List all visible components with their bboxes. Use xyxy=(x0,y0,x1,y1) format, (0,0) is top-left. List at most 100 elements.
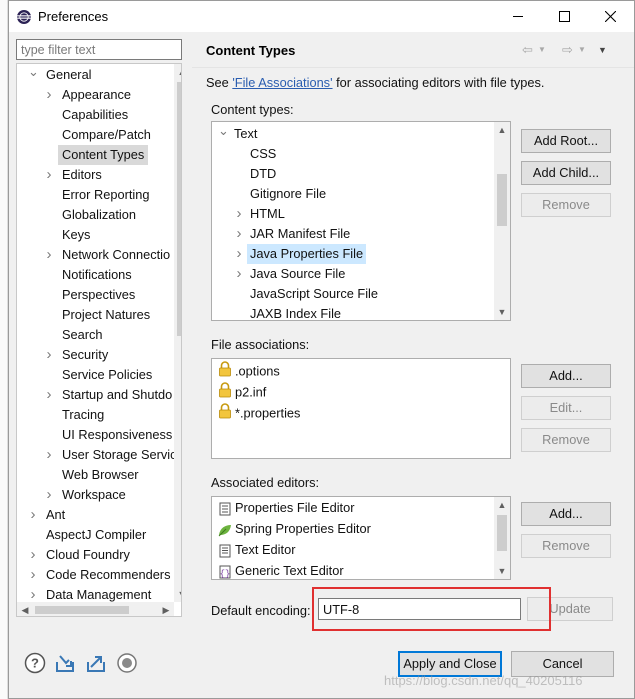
forward-arrow-icon[interactable]: ⇨ xyxy=(562,42,573,58)
editor-item[interactable]: Spring Properties Editor xyxy=(218,519,371,539)
chevron-right-icon[interactable]: › xyxy=(44,445,54,465)
editor-item[interactable]: {} Generic Text Editor xyxy=(218,561,344,579)
chevron-right-icon[interactable]: › xyxy=(44,385,54,405)
tree-item[interactable]: Keys xyxy=(58,225,94,245)
tree-vertical-scrollbar[interactable]: ▲ ▼ xyxy=(174,64,181,602)
scroll-up-arrow-icon[interactable]: ▲ xyxy=(494,497,510,513)
tree-item[interactable]: Tracing xyxy=(58,405,108,425)
content-type-item[interactable]: › Java Properties File xyxy=(237,244,367,264)
tree-hscroll-thumb[interactable] xyxy=(35,606,129,614)
tree-scroll-thumb[interactable] xyxy=(177,82,181,336)
minimize-button[interactable] xyxy=(495,1,541,32)
file-association-item[interactable]: *.properties xyxy=(218,403,300,423)
file-associations-link[interactable]: 'File Associations' xyxy=(232,75,332,90)
remove-content-type-button[interactable]: Remove xyxy=(521,193,611,217)
tree-item[interactable]: › Appearance xyxy=(47,85,135,105)
tree-item[interactable]: › Network Connectio xyxy=(47,245,174,265)
record-icon[interactable] xyxy=(116,652,138,674)
tree-item[interactable]: Service Policies xyxy=(58,365,156,385)
scroll-right-arrow-icon[interactable]: ▶ xyxy=(158,602,174,616)
editor-item[interactable]: Text Editor xyxy=(218,540,295,560)
chevron-right-icon[interactable]: › xyxy=(234,204,244,224)
add-editor-button[interactable]: Add... xyxy=(521,502,611,526)
content-type-item[interactable]: DTD xyxy=(247,164,279,184)
tree-item[interactable]: › Ant xyxy=(31,505,69,525)
import-icon[interactable] xyxy=(54,652,76,674)
remove-editor-button[interactable]: Remove xyxy=(521,534,611,558)
tree-item[interactable]: › Editors xyxy=(47,165,106,185)
chevron-right-icon[interactable]: › xyxy=(44,485,54,505)
chevron-right-icon[interactable]: › xyxy=(44,165,54,185)
chevron-right-icon[interactable]: › xyxy=(44,245,54,265)
chevron-right-icon[interactable]: › xyxy=(234,244,244,264)
editors-scrollbar[interactable]: ▲ ▼ xyxy=(494,497,510,579)
chevron-right-icon[interactable]: › xyxy=(28,505,38,525)
scroll-down-arrow-icon[interactable]: ▼ xyxy=(174,586,181,602)
tree-horizontal-scrollbar[interactable]: ◀ ▶ xyxy=(17,602,174,616)
file-association-item[interactable]: .options xyxy=(218,361,280,381)
view-menu-icon[interactable]: ▼ xyxy=(598,42,607,58)
tree-item[interactable]: › Security xyxy=(47,345,112,365)
tree-item[interactable]: Capabilities xyxy=(58,105,132,125)
scroll-up-arrow-icon[interactable]: ▲ xyxy=(494,122,510,138)
content-type-item[interactable]: CSS xyxy=(247,144,279,164)
tree-item[interactable]: Content Types xyxy=(58,145,149,165)
content-type-item[interactable]: JavaScript Source File xyxy=(247,284,381,304)
content-types-tree[interactable]: ⌄ Text CSS DTD Gitignore File › HTML › JAR Manif… xyxy=(211,121,511,321)
back-arrow-icon[interactable]: ⇦ xyxy=(522,42,533,58)
tree-item[interactable]: › User Storage Servic xyxy=(47,445,181,465)
help-icon[interactable]: ? xyxy=(24,652,46,674)
scroll-down-arrow-icon[interactable]: ▼ xyxy=(494,304,510,320)
chevron-down-icon[interactable]: ⌄ xyxy=(28,65,39,85)
file-associations-list[interactable]: .options p2.inf *.properties xyxy=(211,358,511,459)
editors-scroll-thumb[interactable] xyxy=(497,515,507,551)
content-type-item[interactable]: › HTML xyxy=(237,204,288,224)
content-types-scrollbar[interactable]: ▲ ▼ xyxy=(494,122,510,320)
tree-item[interactable]: Error Reporting xyxy=(58,185,153,205)
content-type-item[interactable]: › JAR Manifest File xyxy=(237,224,353,244)
filter-input[interactable] xyxy=(16,39,182,60)
tree-item[interactable]: › Startup and Shutdo xyxy=(47,385,176,405)
tree-item[interactable]: Web Browser xyxy=(58,465,143,485)
chevron-right-icon[interactable]: › xyxy=(44,345,54,365)
chevron-right-icon[interactable]: › xyxy=(44,85,54,105)
close-button[interactable] xyxy=(587,1,633,32)
editor-item[interactable]: Properties File Editor xyxy=(218,498,354,518)
tree-item[interactable]: Compare/Patch xyxy=(58,125,155,145)
forward-dropdown-icon[interactable]: ▼ xyxy=(578,42,586,58)
chevron-down-icon[interactable]: ⌄ xyxy=(218,124,229,144)
tree-item[interactable]: ⌄ General xyxy=(28,65,96,85)
content-type-item[interactable]: › Java Source File xyxy=(237,264,348,284)
tree-item[interactable]: AspectJ Compiler xyxy=(42,525,150,545)
tree-item[interactable]: Project Natures xyxy=(58,305,154,325)
content-type-item[interactable]: Gitignore File xyxy=(247,184,329,204)
chevron-right-icon[interactable]: › xyxy=(28,565,38,585)
tree-item[interactable]: › Code Recommenders xyxy=(31,565,174,585)
tree-item[interactable]: › Workspace xyxy=(47,485,130,505)
chevron-right-icon[interactable]: › xyxy=(234,264,244,284)
tree-item[interactable]: UI Responsiveness xyxy=(58,425,176,445)
tree-item[interactable]: Perspectives xyxy=(58,285,139,305)
scroll-up-arrow-icon[interactable]: ▲ xyxy=(174,64,181,80)
remove-file-association-button[interactable]: Remove xyxy=(521,428,611,452)
export-icon[interactable] xyxy=(85,652,107,674)
maximize-button[interactable] xyxy=(541,1,587,32)
chevron-right-icon[interactable]: › xyxy=(234,224,244,244)
tree-item[interactable]: Search xyxy=(58,325,107,345)
chevron-right-icon[interactable]: › xyxy=(28,545,38,565)
scroll-left-arrow-icon[interactable]: ◀ xyxy=(17,602,33,616)
content-type-item[interactable]: ⌄ Text xyxy=(218,124,260,144)
edit-file-association-button[interactable]: Edit... xyxy=(521,396,611,420)
add-child-button[interactable]: Add Child... xyxy=(521,161,611,185)
associated-editors-list[interactable]: Properties File Editor Spring Properties … xyxy=(211,496,511,580)
tree-item[interactable]: › Cloud Foundry xyxy=(31,545,134,565)
preferences-tree[interactable]: ⌄ General › Appearance Capabilities Compare/P… xyxy=(16,63,182,617)
file-association-item[interactable]: p2.inf xyxy=(218,382,266,402)
tree-item[interactable]: Globalization xyxy=(58,205,140,225)
content-type-item[interactable]: JAXB Index File xyxy=(247,304,344,320)
add-root-button[interactable]: Add Root... xyxy=(521,129,611,153)
add-file-association-button[interactable]: Add... xyxy=(521,364,611,388)
content-types-scroll-thumb[interactable] xyxy=(497,174,507,226)
scroll-down-arrow-icon[interactable]: ▼ xyxy=(494,563,510,579)
back-dropdown-icon[interactable]: ▼ xyxy=(538,42,546,58)
